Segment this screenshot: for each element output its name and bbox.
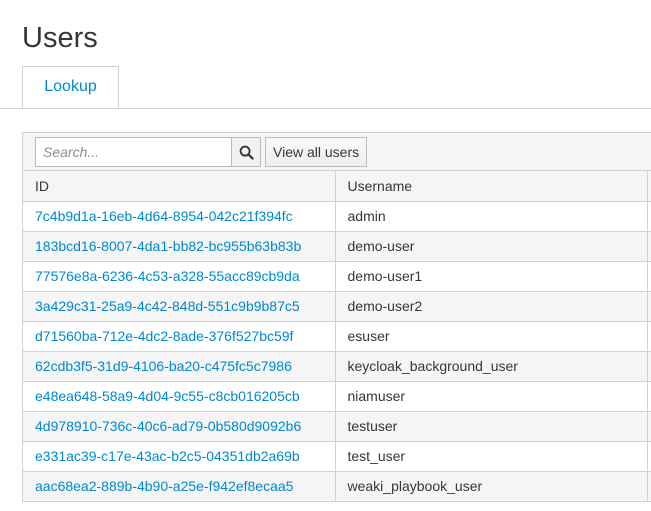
users-table: ID Username 7c4b9d1a-16eb-4d64-8954-042c… [23, 171, 651, 502]
users-page: Users Lookup View all users ID [0, 0, 651, 511]
table-row: 77576e8a-6236-4c53-a328-55acc89cb9da demo… [23, 261, 651, 292]
table-body: 7c4b9d1a-16eb-4d64-8954-042c21f394fc admi… [23, 201, 651, 502]
cell-id: 77576e8a-6236-4c53-a328-55acc89cb9da [23, 261, 336, 292]
cell-spacer [647, 201, 651, 232]
cell-spacer [647, 441, 651, 472]
search-button[interactable] [231, 137, 261, 167]
cell-username: demo-user [335, 231, 648, 262]
table-row: 4d978910-736c-40c6-ad79-0b580d9092b6 test… [23, 411, 651, 442]
column-header-spacer [647, 171, 651, 202]
column-header-username[interactable]: Username [335, 171, 648, 202]
page-title: Users [22, 22, 98, 54]
cell-spacer [647, 471, 651, 502]
column-header-id[interactable]: ID [23, 171, 336, 202]
table-row: e48ea648-58a9-4d04-9c55-c8cb016205cb niam… [23, 381, 651, 412]
cell-username: testuser [335, 411, 648, 442]
cell-username: demo-user2 [335, 291, 648, 322]
username-text: demo-user2 [347, 298, 423, 314]
cell-username: keycloak_background_user [335, 351, 648, 382]
cell-id: 183bcd16-8007-4da1-bb82-bc955b63b83b [23, 231, 336, 262]
cell-spacer [647, 291, 651, 322]
cell-id: e331ac39-c17e-43ac-b2c5-04351db2a69b [23, 441, 336, 472]
table-row: e331ac39-c17e-43ac-b2c5-04351db2a69b test… [23, 441, 651, 472]
cell-username: weaki_playbook_user [335, 471, 648, 502]
cell-spacer [647, 351, 651, 382]
cell-spacer [647, 411, 651, 442]
cell-spacer [647, 231, 651, 262]
username-text: weaki_playbook_user [347, 478, 483, 494]
user-id-link[interactable]: aac68ea2-889b-4b90-a25e-f942ef8ecaa5 [35, 478, 293, 494]
cell-id: 62cdb3f5-31d9-4106-ba20-c475fc5c7986 [23, 351, 336, 382]
username-text: keycloak_background_user [347, 358, 518, 374]
cell-username: demo-user1 [335, 261, 648, 292]
user-id-link[interactable]: 4d978910-736c-40c6-ad79-0b580d9092b6 [35, 418, 301, 434]
user-id-link[interactable]: e48ea648-58a9-4d04-9c55-c8cb016205cb [35, 388, 300, 404]
user-id-link[interactable]: e331ac39-c17e-43ac-b2c5-04351db2a69b [35, 448, 300, 464]
table-row: aac68ea2-889b-4b90-a25e-f942ef8ecaa5 weak… [23, 471, 651, 502]
search-icon [239, 145, 254, 160]
user-id-link[interactable]: 183bcd16-8007-4da1-bb82-bc955b63b83b [35, 238, 301, 254]
username-text: demo-user1 [347, 268, 423, 284]
user-id-link[interactable]: d71560ba-712e-4dc2-8ade-376f527bc59f [35, 328, 293, 344]
user-id-link[interactable]: 7c4b9d1a-16eb-4d64-8954-042c21f394fc [35, 208, 293, 224]
username-text: testuser [347, 418, 398, 434]
table-row: 183bcd16-8007-4da1-bb82-bc955b63b83b demo… [23, 231, 651, 262]
tab-lookup[interactable]: Lookup [22, 66, 119, 108]
cell-id: 4d978910-736c-40c6-ad79-0b580d9092b6 [23, 411, 336, 442]
table-header-row: ID Username [23, 171, 651, 202]
table-toolbar: View all users [23, 133, 651, 171]
user-id-link[interactable]: 3a429c31-25a9-4c42-848d-551c9b9b87c5 [35, 298, 300, 314]
cell-username: test_user [335, 441, 648, 472]
table-row: 7c4b9d1a-16eb-4d64-8954-042c21f394fc admi… [23, 201, 651, 232]
cell-spacer [647, 321, 651, 352]
users-table-panel: View all users ID Username 7c4b9d1a-16eb… [22, 132, 651, 502]
table-row: 3a429c31-25a9-4c42-848d-551c9b9b87c5 demo… [23, 291, 651, 322]
username-text: niamuser [347, 388, 406, 404]
tab-bar: Lookup [0, 66, 651, 109]
cell-username: admin [335, 201, 648, 232]
view-all-users-button[interactable]: View all users [265, 137, 368, 167]
username-text: esuser [347, 328, 390, 344]
cell-id: 7c4b9d1a-16eb-4d64-8954-042c21f394fc [23, 201, 336, 232]
cell-username: niamuser [335, 381, 648, 412]
table-row: 62cdb3f5-31d9-4106-ba20-c475fc5c7986 keyc… [23, 351, 651, 382]
cell-id: d71560ba-712e-4dc2-8ade-376f527bc59f [23, 321, 336, 352]
cell-spacer [647, 381, 651, 412]
cell-id: 3a429c31-25a9-4c42-848d-551c9b9b87c5 [23, 291, 336, 322]
username-text: admin [347, 208, 386, 224]
cell-username: esuser [335, 321, 648, 352]
cell-spacer [647, 261, 651, 292]
cell-id: aac68ea2-889b-4b90-a25e-f942ef8ecaa5 [23, 471, 336, 502]
user-id-link[interactable]: 62cdb3f5-31d9-4106-ba20-c475fc5c7986 [35, 358, 292, 374]
username-text: demo-user [347, 238, 415, 254]
cell-id: e48ea648-58a9-4d04-9c55-c8cb016205cb [23, 381, 336, 412]
table-row: d71560ba-712e-4dc2-8ade-376f527bc59f esus… [23, 321, 651, 352]
user-id-link[interactable]: 77576e8a-6236-4c53-a328-55acc89cb9da [35, 268, 300, 284]
username-text: test_user [347, 448, 406, 464]
search-input[interactable] [35, 137, 232, 167]
